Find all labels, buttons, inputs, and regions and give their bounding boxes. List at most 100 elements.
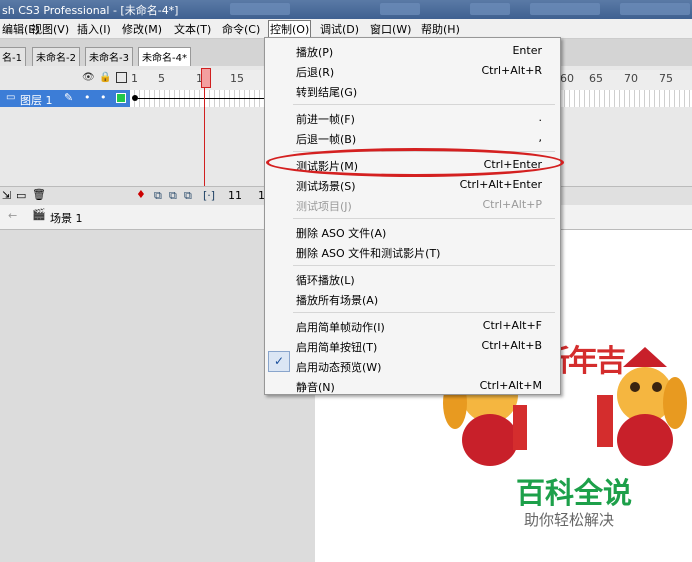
dog-right-body (617, 414, 673, 466)
back-arrow-icon[interactable]: ← (8, 209, 17, 222)
menu-item-test-scene[interactable]: 测试场景(S) Ctrl+Alt+Enter (265, 175, 560, 195)
ruler-number: 60 (560, 72, 574, 85)
menu-item-delete-aso[interactable]: 删除 ASO 文件(A) (265, 222, 560, 242)
menu-item-shortcut: Ctrl+Alt+M (479, 379, 542, 392)
menu-item-test-project: 测试项目(J) Ctrl+Alt+P (265, 195, 560, 215)
menu-item-label: 后退(R) (296, 66, 335, 79)
pencil-icon: ✎ (64, 91, 74, 104)
menu-item-shortcut: Ctrl+Alt+P (482, 198, 542, 211)
menu-window[interactable]: 窗口(W) (370, 21, 411, 37)
menu-view[interactable]: 视图(V) (31, 21, 69, 37)
visibility-dot-icon[interactable]: • (84, 91, 91, 104)
lock-icon[interactable]: 🔒 (99, 72, 111, 83)
outline-icon[interactable] (116, 72, 127, 83)
menu-item-label: 启用简单帧动作(I) (296, 321, 385, 334)
ruler-number: 65 (589, 72, 603, 85)
menu-separator (293, 265, 555, 266)
menu-item-play-all-scenes[interactable]: 播放所有场景(A) (265, 289, 560, 309)
menu-item-label: 循环播放(L) (296, 274, 355, 287)
menu-bar: 编辑(E) 视图(V) 插入(I) 修改(M) 文本(T) 命令(C) 控制(O… (0, 19, 692, 39)
doc-tab[interactable]: 未命名-2 (32, 47, 80, 66)
menu-insert[interactable]: 插入(I) (77, 21, 111, 37)
layer-color-icon[interactable] (116, 93, 126, 103)
scene-label[interactable]: 场景 1 (50, 210, 83, 226)
menu-item-shortcut: , (538, 131, 543, 144)
menu-item-shortcut: Ctrl+Alt+R (481, 64, 542, 77)
menu-item-label: 删除 ASO 文件(A) (296, 227, 387, 240)
clapper-icon: 🎬 (32, 208, 46, 221)
menu-item-step-forward[interactable]: 前进一帧(F) . (265, 108, 560, 128)
menu-item-label: 启用动态预览(W) (296, 361, 382, 374)
dog-right-eye (630, 382, 640, 392)
menu-modify[interactable]: 修改(M) (122, 21, 162, 37)
dog-right-scroll (597, 395, 613, 447)
menu-separator (293, 312, 555, 313)
lock-dot-icon[interactable]: • (100, 91, 107, 104)
dog-right-hat (623, 347, 667, 367)
watermark-title: 百科全说 (516, 476, 633, 510)
onion-skin-icon[interactable]: ⧉ (154, 189, 162, 203)
menu-item-label: 转到结尾(G) (296, 86, 358, 99)
menu-item-label: 测试场景(S) (296, 180, 356, 193)
dog-left-body (462, 414, 518, 466)
menu-item-loop-playback[interactable]: 循环播放(L) (265, 269, 560, 289)
menu-item-simple-frame-actions[interactable]: 启用简单帧动作(I) Ctrl+Alt+F (265, 316, 560, 336)
menu-item-delete-aso-and-test[interactable]: 删除 ASO 文件和测试影片(T) (265, 242, 560, 262)
menu-item-step-backward[interactable]: 后退一帧(B) , (265, 128, 560, 148)
eye-icon[interactable]: 👁 (82, 72, 95, 83)
onion-outline-icon[interactable]: ⧉ (169, 189, 177, 203)
menu-item-shortcut: Ctrl+Alt+F (482, 319, 542, 332)
doc-tab[interactable]: 未命名-3 (85, 47, 133, 66)
onion-markers-icon[interactable]: [·] (203, 189, 215, 202)
current-frame: 11 (228, 189, 242, 202)
blurred-region (230, 3, 290, 15)
menu-item-label: 前进一帧(F) (296, 113, 355, 126)
menu-item-label: 播放(P) (296, 46, 334, 59)
blurred-region (380, 3, 420, 15)
checkmark-box: ✓ (268, 351, 290, 372)
menu-item-live-preview[interactable]: 启用动态预览(W) (265, 356, 560, 376)
menu-item-label: 删除 ASO 文件和测试影片(T) (296, 247, 441, 260)
menu-commands[interactable]: 命令(C) (222, 21, 260, 37)
menu-debug[interactable]: 调试(D) (320, 21, 359, 37)
menu-separator (293, 218, 555, 219)
menu-control[interactable]: 控制(O) (268, 20, 312, 38)
add-layer-icon[interactable]: ⇲ (2, 189, 11, 202)
dog-right-ear (663, 377, 687, 429)
menu-item-shortcut: Enter (512, 44, 542, 57)
window-title: sh CS3 Professional - [未命名-4*] (2, 4, 179, 17)
document-tabs: 名-1 未命名-2 未命名-3 未命名-4* (0, 47, 265, 66)
menu-item-label: 静音(N) (296, 381, 335, 394)
center-frame-icon[interactable]: ♦ (136, 188, 146, 201)
checkmark-icon: ✓ (274, 354, 285, 368)
doc-tab[interactable]: 名-1 (0, 47, 26, 66)
ruler-number: 15 (230, 72, 244, 85)
edit-multiple-icon[interactable]: ⧉ (184, 189, 192, 203)
title-bar: sh CS3 Professional - [未命名-4*] (0, 0, 692, 19)
menu-item-play[interactable]: 播放(P) Enter (265, 41, 560, 61)
ruler-number: 75 (659, 72, 673, 85)
highlight-ellipse (266, 148, 564, 177)
layer-row[interactable]: ▭ 图层 1 ✎ • • (0, 90, 130, 107)
menu-item-mute[interactable]: 静音(N) Ctrl+Alt+M (265, 376, 560, 396)
control-menu-dropdown: 播放(P) Enter 后退(R) Ctrl+Alt+R 转到结尾(G) 前进一… (264, 37, 561, 395)
menu-item-simple-buttons[interactable]: 启用简单按钮(T) Ctrl+Alt+B (265, 336, 560, 356)
menu-item-rewind[interactable]: 后退(R) Ctrl+Alt+R (265, 61, 560, 81)
playhead-handle[interactable] (201, 68, 211, 88)
layer-name[interactable]: 图层 1 (20, 92, 53, 108)
frame-span-line (138, 98, 264, 99)
menu-item-shortcut: Ctrl+Alt+Enter (459, 178, 542, 191)
doc-tab-active[interactable]: 未命名-4* (138, 47, 191, 66)
watermark-subtitle: 助你轻松解决 (524, 511, 615, 529)
menu-text[interactable]: 文本(T) (174, 21, 211, 37)
trash-icon[interactable]: 🗑 (32, 188, 46, 201)
ruler-number: 1 (131, 72, 138, 85)
layer-icon: ▭ (6, 92, 16, 103)
menu-item-shortcut: . (538, 111, 543, 124)
menu-help[interactable]: 帮助(H) (421, 21, 460, 37)
menu-item-go-to-end[interactable]: 转到结尾(G) (265, 81, 560, 101)
ruler-number: 5 (158, 72, 165, 85)
menu-item-shortcut: Ctrl+Alt+B (481, 339, 542, 352)
ruler-number: 70 (624, 72, 638, 85)
folder-icon[interactable]: ▭ (16, 189, 26, 202)
